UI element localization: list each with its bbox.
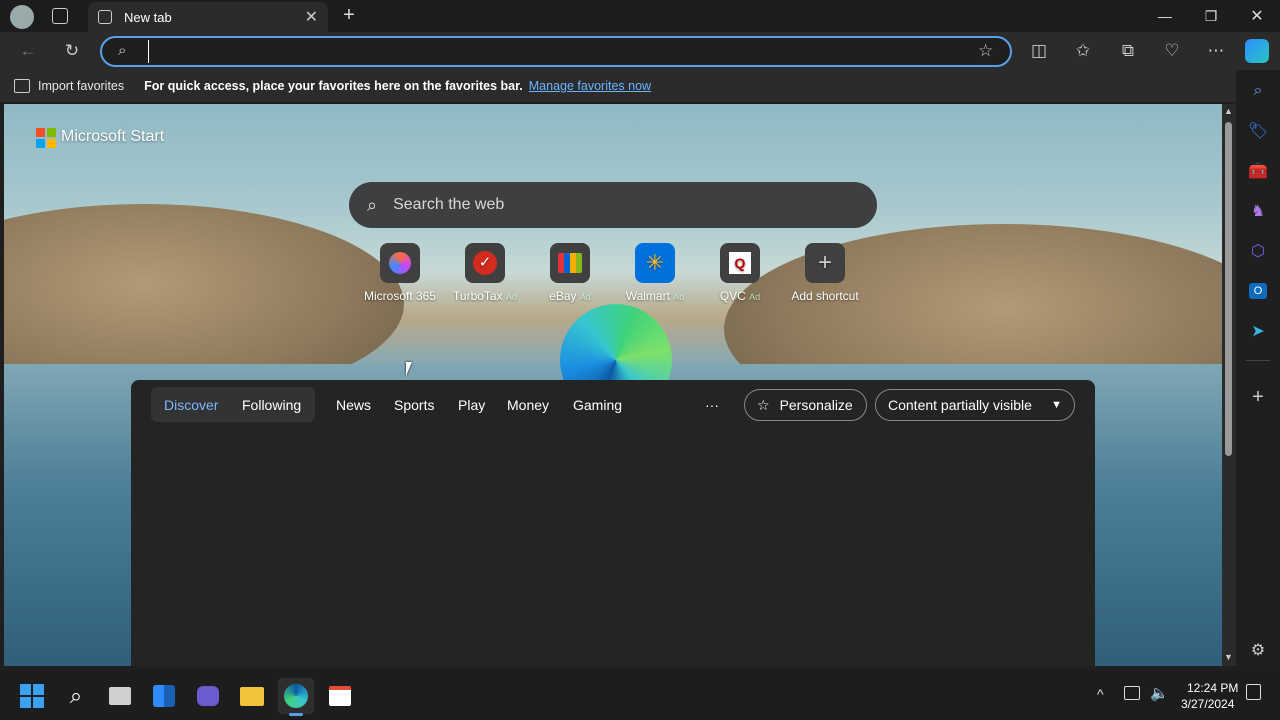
walmart-spark-icon: ✳: [635, 243, 675, 283]
clock-date[interactable]: 3/27/2024: [1181, 697, 1234, 711]
scrollbar-thumb[interactable]: [1225, 122, 1232, 456]
mouse-cursor: [406, 362, 412, 376]
news-feed-panel: Discover Following News Sports Play Mone…: [131, 380, 1095, 666]
tab-title: New tab: [124, 9, 172, 25]
shortcut-add[interactable]: + Add shortcut: [780, 243, 870, 303]
category-news[interactable]: News: [336, 397, 371, 413]
qvc-icon: Q: [720, 243, 760, 283]
refresh-icon[interactable]: ↻: [53, 32, 91, 70]
microsoft-365-icon: [380, 243, 420, 283]
close-tab-icon[interactable]: ✕: [305, 7, 318, 27]
sidebar-tools-icon[interactable]: 🧰: [1240, 154, 1276, 188]
active-app-indicator: [289, 713, 303, 716]
restore-button[interactable]: ❐: [1188, 0, 1234, 32]
favorites-icon[interactable]: ✩: [1064, 32, 1102, 70]
sidebar-add-icon[interactable]: +: [1240, 380, 1276, 414]
address-input[interactable]: [148, 40, 948, 63]
shortcut-microsoft-365[interactable]: Microsoft 365: [355, 243, 445, 303]
sidebar-divider: [1246, 360, 1270, 361]
web-search-placeholder: Search the web: [393, 196, 505, 213]
show-hidden-icons-chevron-icon[interactable]: ^: [1097, 686, 1104, 702]
close-window-button[interactable]: ✕: [1234, 0, 1280, 32]
sparkle-star-icon: ☆: [757, 396, 770, 413]
search-icon: ⌕: [367, 194, 378, 215]
volume-muted-icon[interactable]: 🔈: [1150, 684, 1169, 702]
sidebar-microsoft-365-icon[interactable]: ⬡: [1240, 234, 1276, 268]
web-search-box[interactable]: ⌕ Search the web: [349, 182, 877, 228]
edge-taskbar-icon[interactable]: [278, 678, 314, 714]
microsoft-start-brand[interactable]: Microsoft Start: [61, 128, 164, 146]
search-icon: ⌕: [118, 42, 127, 59]
file-explorer-icon[interactable]: [234, 678, 270, 714]
notifications-icon[interactable]: [1246, 684, 1261, 700]
category-gaming[interactable]: Gaming: [573, 397, 622, 413]
back-icon[interactable]: ←: [9, 32, 47, 70]
add-shortcut-icon: +: [805, 243, 845, 283]
edge-logo: [560, 304, 672, 380]
sidebar-shopping-icon[interactable]: 🏷: [1240, 114, 1276, 148]
category-sports[interactable]: Sports: [394, 397, 434, 413]
category-play[interactable]: Play: [458, 397, 485, 413]
shortcut-ebay[interactable]: eBay Ad: [525, 243, 615, 303]
page-scrollbar[interactable]: ▲ ▼: [1222, 104, 1236, 666]
ebay-bag-icon: [550, 243, 590, 283]
copilot-icon[interactable]: [1245, 39, 1269, 63]
task-view-icon[interactable]: [102, 678, 138, 714]
sidebar-settings-gear-icon[interactable]: ⚙: [1240, 633, 1276, 667]
tab-discover[interactable]: Discover: [164, 397, 218, 413]
turbotax-icon: ✓: [465, 243, 505, 283]
sidebar-outlook-icon[interactable]: O: [1240, 274, 1276, 308]
tab-following[interactable]: Following: [242, 397, 301, 413]
network-icon[interactable]: [1124, 686, 1140, 700]
start-button-windows-icon[interactable]: [14, 678, 50, 714]
shortcut-qvc[interactable]: Q QVC Ad: [695, 243, 785, 303]
new-tab-page-icon: [98, 10, 112, 24]
shortcut-walmart[interactable]: ✳ Walmart Ad: [610, 243, 700, 303]
split-screen-icon[interactable]: ◫: [1020, 32, 1058, 70]
new-tab-button[interactable]: +: [338, 4, 360, 28]
favorite-star-icon[interactable]: ☆: [978, 41, 993, 61]
teams-chat-icon[interactable]: [190, 678, 226, 714]
settings-more-icon[interactable]: ⋯: [1197, 32, 1235, 70]
import-favorites-link[interactable]: Import favorites: [38, 79, 124, 93]
scroll-down-icon[interactable]: ▼: [1224, 652, 1233, 662]
tab-new-tab[interactable]: New tab ✕: [88, 2, 328, 32]
import-favorites-icon[interactable]: [14, 79, 30, 93]
personalize-button[interactable]: ☆ Personalize: [744, 389, 867, 421]
microsoft-start-logo[interactable]: [36, 128, 56, 148]
chevron-down-icon: ▼: [1051, 399, 1062, 411]
profile-avatar[interactable]: [10, 5, 34, 29]
content-visibility-dropdown[interactable]: Content partially visible ▼: [875, 389, 1075, 421]
more-categories-button[interactable]: ···: [705, 397, 719, 413]
taskbar-search-icon[interactable]: ⌕: [58, 678, 94, 714]
browser-essentials-icon[interactable]: ♡: [1153, 32, 1191, 70]
tab-actions-icon[interactable]: [52, 8, 68, 24]
sidebar-games-icon[interactable]: ♞: [1240, 194, 1276, 228]
shortcut-turbotax[interactable]: ✓ TurboTax Ad: [440, 243, 530, 303]
collections-icon[interactable]: ⧉: [1109, 32, 1147, 70]
widgets-icon[interactable]: [146, 678, 182, 714]
microsoft-store-icon[interactable]: [322, 678, 358, 714]
sidebar-drop-icon[interactable]: ➤: [1240, 314, 1276, 348]
category-money[interactable]: Money: [507, 397, 549, 413]
favorites-bar-message: For quick access, place your favorites h…: [144, 79, 523, 93]
clock-time[interactable]: 12:24 PM: [1187, 681, 1238, 695]
sidebar-search-icon[interactable]: ⌕: [1240, 74, 1276, 108]
scroll-up-icon[interactable]: ▲: [1224, 106, 1233, 116]
address-bar[interactable]: ⌕ ☆: [100, 36, 1012, 67]
favorites-bar: Import favorites For quick access, place…: [0, 70, 1280, 102]
minimize-button[interactable]: —: [1142, 0, 1188, 32]
manage-favorites-link[interactable]: Manage favorites now: [529, 79, 651, 93]
